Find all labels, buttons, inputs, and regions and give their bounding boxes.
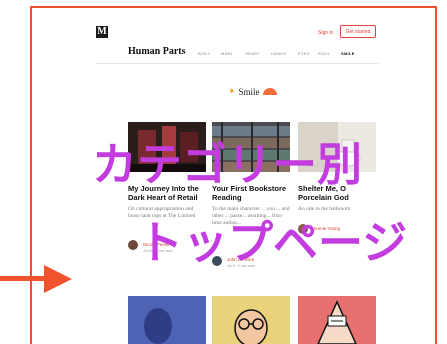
- nav-item-hands[interactable]: HANDS: [271, 51, 287, 56]
- avatar[interactable]: [128, 240, 138, 250]
- publication-title[interactable]: Human Parts: [128, 46, 186, 57]
- nav-item-soul[interactable]: SOUL: [318, 51, 330, 56]
- nav-item-body[interactable]: BODY: [198, 51, 211, 56]
- pointer-arrow: [0, 276, 46, 281]
- header-divider: [96, 63, 379, 64]
- overlay-title-line1: カテゴリー別: [92, 138, 363, 191]
- card-image-cartoon-face[interactable]: [212, 296, 290, 344]
- sparkle-icon: ✦: [228, 86, 236, 96]
- rainbow-icon: [262, 88, 277, 95]
- arrow-head-icon: [44, 265, 72, 293]
- sign-in-link[interactable]: Sign in: [318, 30, 333, 36]
- nav-item-smile[interactable]: SMILE: [341, 51, 355, 56]
- overlay-title-line2: トップページ: [138, 216, 408, 269]
- medium-logo[interactable]: M: [96, 26, 108, 38]
- nav-item-heart[interactable]: HEART: [245, 51, 260, 56]
- nav-item-mind[interactable]: MIND: [221, 51, 232, 56]
- nav-item-eyes[interactable]: EYES: [298, 51, 310, 56]
- card-image-blue-blur[interactable]: [128, 296, 206, 344]
- get-started-button[interactable]: Get started: [340, 25, 376, 38]
- card-image-comic[interactable]: [298, 296, 376, 344]
- section-title: Smile: [238, 86, 260, 97]
- section-heading: ✦ Smile: [228, 86, 277, 97]
